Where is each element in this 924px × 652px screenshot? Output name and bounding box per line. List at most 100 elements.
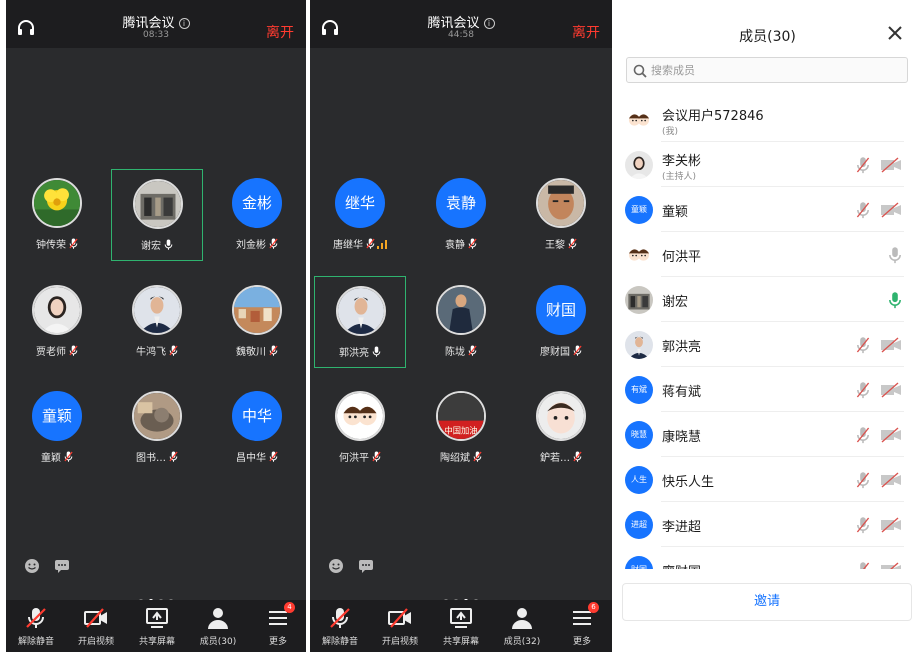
bottom-toolbar: 解除静音 开启视频 共享屏幕 成员(30) 4 更多 <box>6 600 306 652</box>
participant-tile[interactable]: 陈垅 <box>415 276 507 368</box>
member-row[interactable]: 谢宏 <box>615 277 920 322</box>
start-video-button[interactable]: 开启视频 <box>370 600 430 652</box>
participant-name: 图书… <box>111 449 203 464</box>
share-screen-icon <box>450 608 472 628</box>
participant-name: 谢宏 <box>112 237 202 252</box>
share-screen-icon <box>146 608 168 628</box>
participant-name-text: 图书… <box>136 453 166 464</box>
emoji-icon[interactable] <box>326 556 346 576</box>
participant-tile[interactable]: 魏敬川 <box>211 276 303 368</box>
info-icon: i <box>483 18 495 29</box>
invite-button[interactable]: 邀请 <box>622 583 912 621</box>
member-row[interactable]: 何洪平 <box>615 232 920 277</box>
mic-muted-icon <box>856 472 870 489</box>
member-row[interactable]: 进超 李进超 <box>615 502 920 547</box>
avatar: 财国 <box>536 285 586 335</box>
camera-off-icon <box>881 472 901 488</box>
participant-tile[interactable]: 金彬 刘金彬 <box>211 169 303 261</box>
participant-tile[interactable]: 袁静 袁静 <box>415 169 507 261</box>
member-row[interactable]: 人生 快乐人生 <box>615 457 920 502</box>
member-mic-status <box>888 291 902 313</box>
member-avatar: 财国 <box>625 556 653 569</box>
participant-name: 魏敬川 <box>211 343 303 358</box>
mic-muted-icon <box>856 337 870 354</box>
participant-tile[interactable]: 钟传荣 <box>11 169 103 261</box>
chat-icon[interactable] <box>52 556 72 576</box>
member-name: 郭洪亮 <box>662 340 702 355</box>
participant-tile[interactable]: 牛鸿飞 <box>111 276 203 368</box>
leave-button[interactable]: 离开 <box>572 22 600 42</box>
member-row[interactable]: 郭洪亮 <box>615 322 920 367</box>
participant-name-text: 昌中华 <box>236 453 266 464</box>
avatar: 袁静 <box>436 178 486 228</box>
participant-tile[interactable]: 贾老师 <box>11 276 103 368</box>
participant-tile[interactable]: 谢宏 <box>111 169 203 261</box>
meeting-timer: 44:58 <box>448 30 474 40</box>
camera-off-icon <box>881 562 901 569</box>
mic-off-icon <box>26 608 46 628</box>
unmute-button[interactable]: 解除静音 <box>6 600 66 652</box>
top-bar: 腾讯会议 i 08:33 离开 <box>6 0 306 48</box>
search-box[interactable] <box>626 57 908 83</box>
participant-tile[interactable]: 何洪平 <box>314 382 406 474</box>
members-icon <box>512 608 532 629</box>
avatar <box>132 391 182 441</box>
member-row[interactable]: 有斌 蒋有斌 <box>615 367 920 412</box>
participant-tile[interactable]: 童颖 童颖 <box>11 382 103 474</box>
avatar <box>132 285 182 335</box>
bottom-toolbar: 解除静音 开启视频 共享屏幕 成员(32) 6 更多 <box>310 600 612 652</box>
participant-tile[interactable]: 鈩若… <box>515 382 607 474</box>
mic-muted-icon <box>473 451 482 462</box>
participant-name: 刘金彬 <box>211 236 303 251</box>
participant-tile[interactable]: 王黎 <box>515 169 607 261</box>
participant-name: 何洪平 <box>314 449 406 464</box>
search-input[interactable] <box>651 61 891 79</box>
member-avatar <box>625 286 653 314</box>
camera-off-icon <box>881 157 901 173</box>
member-avatar <box>625 241 653 269</box>
member-name: 会议用户572846 <box>662 109 764 124</box>
participant-name-text: 陶绍斌 <box>440 453 470 464</box>
share-screen-button[interactable]: 共享屏幕 <box>127 600 187 652</box>
participant-tile[interactable]: 中国加油陶绍斌 <box>415 382 507 474</box>
camera-off-icon <box>881 337 901 353</box>
member-list[interactable]: 会议用户572846 (我) 李关彬 (主持人) 童颖 童颖 何洪平 谢宏 郭洪亮 有斌 蒋有斌 晓慧… <box>615 97 920 569</box>
avatar <box>536 178 586 228</box>
member-mic-status <box>856 426 870 448</box>
mic-muted-icon <box>573 451 582 462</box>
member-row[interactable]: 李关彬 (主持人) <box>615 142 920 187</box>
member-name: 康晓慧 <box>662 430 702 445</box>
meeting-title[interactable]: 腾讯会议 i <box>6 12 306 31</box>
unmute-button[interactable]: 解除静音 <box>310 600 370 652</box>
leave-button[interactable]: 离开 <box>266 22 294 42</box>
camera-off-icon <box>84 608 107 628</box>
close-icon[interactable] <box>886 24 904 42</box>
svg-text:中国加油: 中国加油 <box>444 425 477 435</box>
participant-tile[interactable]: 财国 廖财国 <box>515 276 607 368</box>
members-button[interactable]: 成员(30) <box>188 600 248 652</box>
participant-tile[interactable]: 继华 唐继华 <box>314 169 406 261</box>
member-row[interactable]: 晓慧 康晓慧 <box>615 412 920 457</box>
emoji-icon[interactable] <box>22 556 42 576</box>
members-button[interactable]: 成员(32) <box>492 600 552 652</box>
member-camera-status <box>880 517 902 537</box>
member-mic-status <box>856 516 870 538</box>
member-row[interactable]: 财国 廖财国 <box>615 547 920 569</box>
start-video-button[interactable]: 开启视频 <box>66 600 126 652</box>
member-row[interactable]: 童颖 童颖 <box>615 187 920 232</box>
participant-tile[interactable]: 中华 昌中华 <box>211 382 303 474</box>
member-name: 何洪平 <box>662 250 702 265</box>
more-button[interactable]: 4 更多 <box>248 600 306 652</box>
member-row[interactable]: 会议用户572846 (我) <box>615 97 920 142</box>
member-role: (主持人) <box>662 172 697 182</box>
meeting-title[interactable]: 腾讯会议 i <box>310 12 612 31</box>
participant-tile[interactable]: 图书… <box>111 382 203 474</box>
more-button[interactable]: 6 更多 <box>552 600 612 652</box>
participant-tile[interactable]: 郭洪亮 <box>314 276 406 368</box>
member-avatar: 童颖 <box>625 196 653 224</box>
member-camera-status <box>880 157 902 177</box>
chat-icon[interactable] <box>356 556 376 576</box>
member-name: 童颖 <box>662 205 689 220</box>
participant-name-text: 唐继华 <box>333 240 363 251</box>
share-screen-button[interactable]: 共享屏幕 <box>431 600 491 652</box>
